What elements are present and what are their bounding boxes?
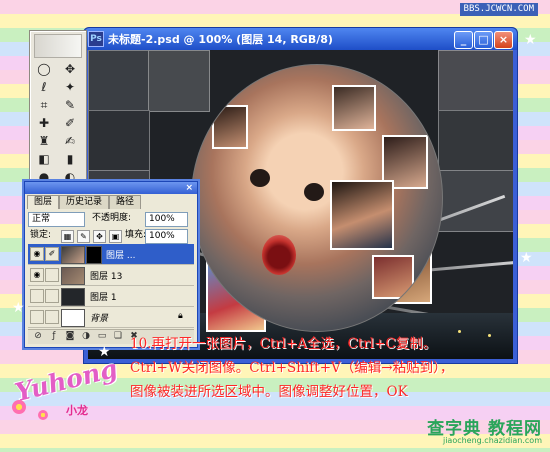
watermark-url: jiaocheng.chazidian.com: [442, 436, 542, 445]
eye-icon[interactable]: ◉: [30, 268, 44, 282]
yuhong-logo: Yuhong 小龙: [8, 354, 120, 430]
healing-brush-icon[interactable]: ✚: [34, 115, 54, 131]
link-icon[interactable]: [45, 289, 59, 303]
layer-thumbnail: [61, 288, 85, 306]
layer-row[interactable]: ◉ 图层 13: [28, 265, 194, 286]
minimize-button[interactable]: _: [454, 31, 473, 49]
lasso-tool-icon[interactable]: ℓ: [34, 79, 54, 95]
baby-eye-right: [304, 183, 324, 201]
baby-mouth: [262, 235, 296, 275]
gradient-tool-icon[interactable]: ▮: [60, 151, 80, 167]
logo-text: Yuhong: [12, 353, 121, 408]
layer-thumbnail: [61, 309, 85, 327]
lock-icon: 🔒︎: [178, 311, 183, 321]
bg-tile: [88, 110, 150, 172]
star-icon: ★: [12, 300, 25, 316]
bg-tile: [438, 170, 513, 232]
eye-icon[interactable]: [30, 289, 44, 303]
lock-all-icon[interactable]: ▣: [109, 230, 122, 243]
layer-name: 图层 ...: [106, 251, 136, 261]
eye-icon[interactable]: ◉: [30, 247, 44, 261]
city-light: [458, 330, 461, 333]
layers-panel[interactable]: × 图层 历史记录 路径 正常 不透明度: 100% 锁定: ▦ ✎ ✥ ▣ 填…: [24, 181, 198, 348]
baby-eye-left: [250, 169, 270, 187]
photo-tile-portrait: [372, 255, 414, 299]
fill-input[interactable]: 100%: [145, 229, 188, 244]
lock-transparency-icon[interactable]: ▦: [61, 230, 74, 243]
tab-paths[interactable]: 路径: [109, 195, 141, 209]
link-icon[interactable]: [45, 268, 59, 282]
close-icon[interactable]: ×: [185, 182, 193, 194]
document-title-bar[interactable]: Ps 未标题-2.psd @ 100% (图层 14, RGB/8) _ □ ×: [84, 28, 517, 50]
bg-tile: [88, 50, 150, 112]
flower-icon: [12, 400, 26, 414]
lock-label: 锁定:: [30, 230, 52, 240]
blend-mode-select[interactable]: 正常: [28, 212, 85, 227]
tab-history[interactable]: 历史记录: [59, 195, 109, 209]
caption-line: 图像被装进所选区域中。图像调整好位置，OK: [130, 384, 408, 400]
layer-row[interactable]: ◉ ✐ 图层 ...: [28, 244, 194, 265]
stamp-tool-icon[interactable]: ♜: [34, 133, 54, 149]
layers-panel-header[interactable]: ×: [25, 182, 197, 194]
new-group-icon[interactable]: ▭: [96, 331, 108, 342]
bg-tile: [148, 50, 210, 112]
link-layers-icon[interactable]: ⊘: [32, 331, 44, 342]
caption-line: 10.再打开一张图片，Ctrl+A全选，Ctrl+C复制。: [130, 336, 437, 352]
add-mask-icon[interactable]: ◙: [64, 331, 76, 342]
fill-label: 填充:: [125, 230, 147, 240]
link-icon[interactable]: [45, 310, 59, 324]
document-title: 未标题-2.psd @ 100% (图层 14, RGB/8): [108, 33, 333, 46]
photo-sphere: [191, 64, 443, 332]
new-layer-icon[interactable]: ❏: [112, 331, 124, 342]
magic-wand-icon[interactable]: ✦: [60, 79, 80, 95]
photo-tile-portrait: [212, 105, 248, 149]
crop-tool-icon[interactable]: ⌗: [34, 97, 54, 113]
flower-icon: [38, 410, 48, 420]
layer-mask-thumbnail: [86, 246, 102, 264]
lock-image-icon[interactable]: ✎: [77, 230, 90, 243]
bg-tile: [438, 50, 513, 112]
photoshop-app-icon: Ps: [88, 31, 104, 47]
layer-thumbnail: [61, 246, 85, 264]
lock-position-icon[interactable]: ✥: [93, 230, 106, 243]
photo-tile-portrait: [332, 85, 376, 131]
star-icon: ★: [98, 344, 111, 360]
tab-layers[interactable]: 图层: [27, 195, 59, 209]
layer-row[interactable]: 图层 1: [28, 286, 194, 307]
star-icon: ★: [524, 32, 537, 48]
bg-tile: [438, 110, 513, 172]
move-tool-icon[interactable]: ✥: [60, 61, 80, 77]
star-icon: ★: [520, 250, 533, 266]
brush-tool-icon[interactable]: ✐: [60, 115, 80, 131]
slice-tool-icon[interactable]: ✎: [60, 97, 80, 113]
adjustment-layer-icon[interactable]: ◑: [80, 331, 92, 342]
layer-name: 图层 1: [90, 293, 117, 303]
layer-name: 图层 13: [90, 272, 123, 282]
toolbox-panel[interactable]: ◯ ✥ ℓ ✦ ⌗ ✎ ✚ ✐ ♜ ✍ ◧ ▮ ● ◐: [29, 30, 87, 192]
logo-subtext: 小龙: [66, 404, 88, 417]
eraser-tool-icon[interactable]: ◧: [34, 151, 54, 167]
layer-name: 背景: [90, 314, 109, 324]
feather-logo: [34, 34, 82, 58]
layer-style-icon[interactable]: ƒ: [48, 331, 60, 342]
maximize-button[interactable]: □: [474, 31, 493, 49]
opacity-label: 不透明度:: [92, 213, 132, 223]
blend-row: 正常 不透明度: 100%: [28, 211, 194, 227]
layer-row[interactable]: 背景 🔒︎: [28, 307, 194, 328]
brush-icon[interactable]: ✐: [45, 247, 59, 261]
layer-thumbnail: [61, 267, 85, 285]
history-brush-icon[interactable]: ✍: [60, 133, 80, 149]
opacity-input[interactable]: 100%: [145, 212, 188, 227]
site-url-badge: BBS.JCWCN.COM: [459, 3, 538, 16]
close-button[interactable]: ×: [494, 31, 513, 49]
eye-icon[interactable]: [30, 310, 44, 324]
photo-tile-man: [330, 180, 394, 250]
marquee-tool-icon[interactable]: ◯: [34, 61, 54, 77]
caption-line: Ctrl+W关闭图像。Ctrl+Shift+V（编辑→粘贴到），: [130, 360, 454, 376]
